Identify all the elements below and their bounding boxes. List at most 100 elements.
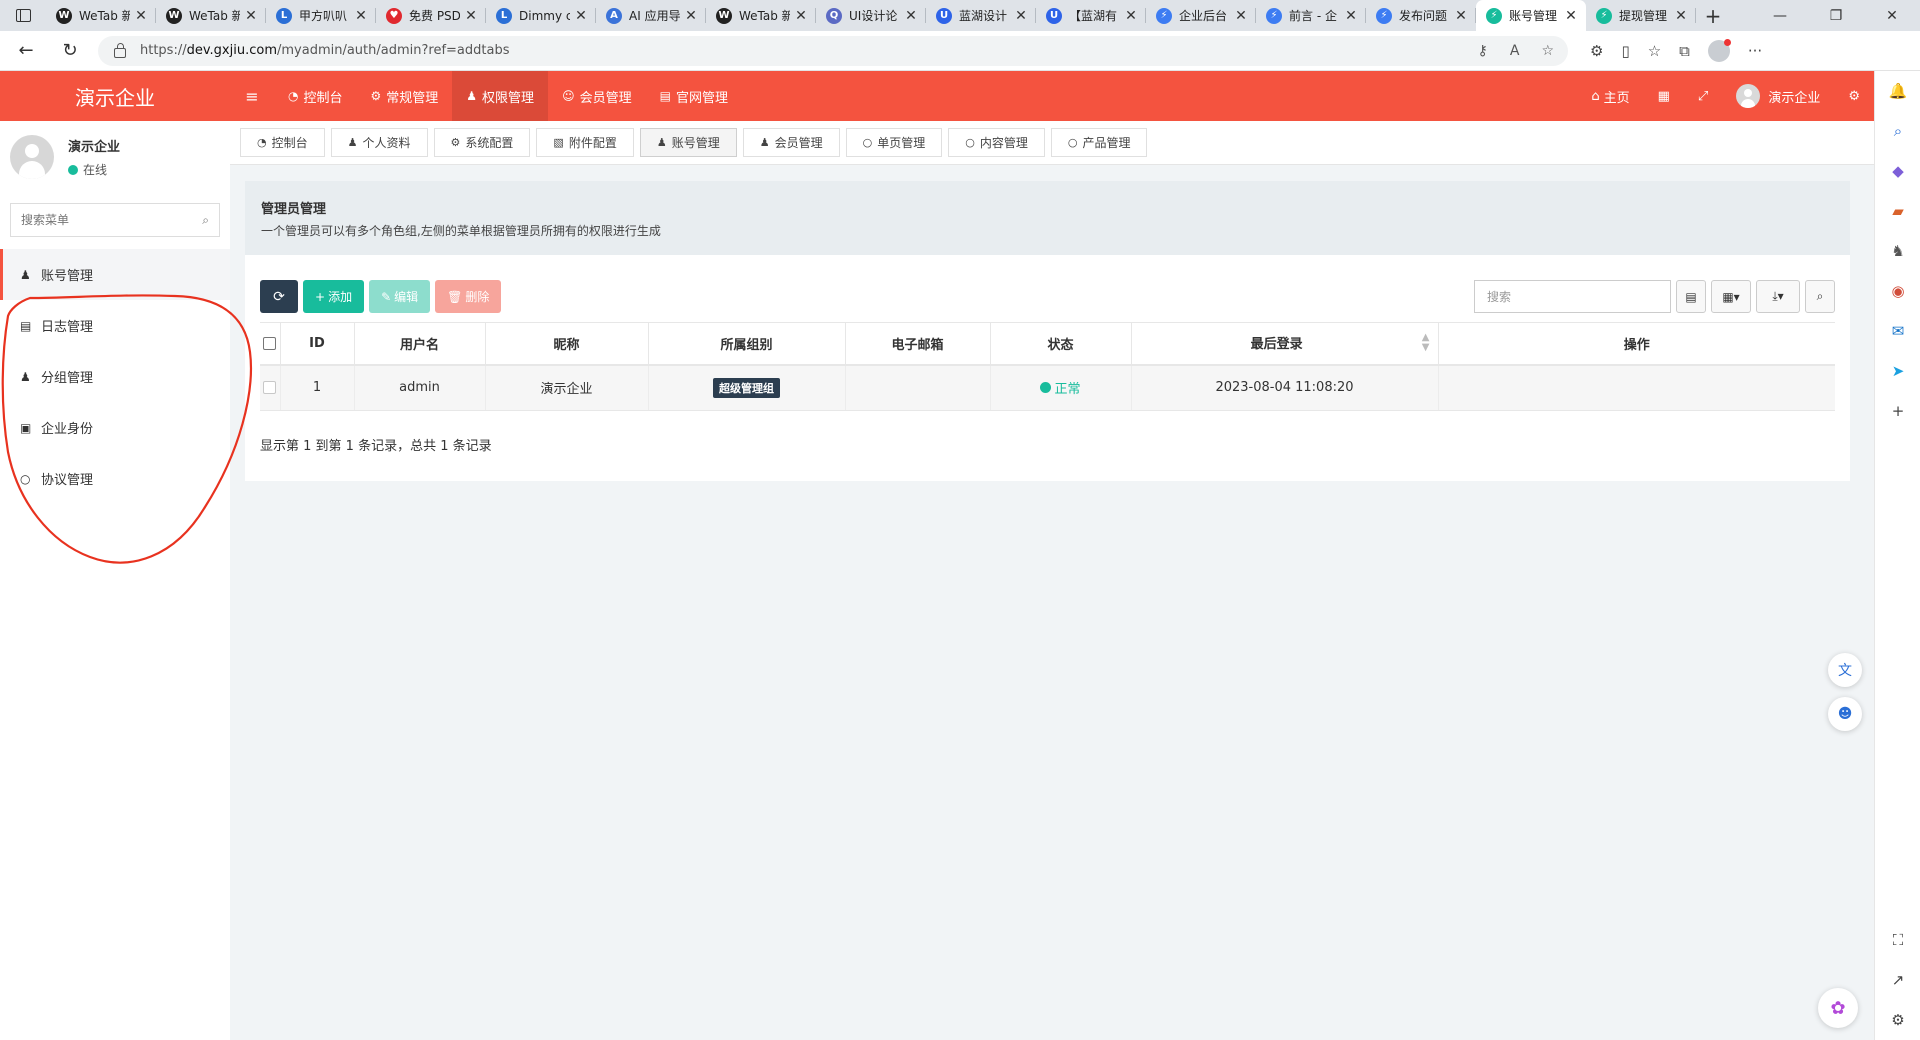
- browser-tab[interactable]: Q UI设计论 ✕: [816, 0, 926, 31]
- ai-brain-icon[interactable]: ✿: [1818, 988, 1858, 1028]
- browser-tab[interactable]: A AI 应用导 ✕: [596, 0, 706, 31]
- restore-icon[interactable]: ❐: [1808, 0, 1864, 31]
- export-button[interactable]: ⤓▾: [1756, 280, 1800, 313]
- favorite-star-icon[interactable]: ☆: [1541, 43, 1554, 59]
- open-external-icon[interactable]: ↗: [1875, 960, 1920, 1000]
- refresh-page-icon[interactable]: ↻: [52, 33, 88, 69]
- close-tab-icon[interactable]: ✕: [1674, 8, 1688, 24]
- refresh-button[interactable]: ⟳: [260, 280, 298, 313]
- sidebar-item[interactable]: ♟ 分组管理: [0, 351, 230, 402]
- close-tab-icon[interactable]: ✕: [354, 8, 368, 24]
- page-tab[interactable]: ○ 内容管理: [948, 128, 1045, 157]
- toggle-view-button[interactable]: ▤: [1676, 280, 1706, 313]
- outlook-icon[interactable]: ✉: [1875, 311, 1920, 351]
- row-checkbox[interactable]: [263, 381, 277, 395]
- edit-button[interactable]: ✎ 编辑: [369, 280, 431, 313]
- browser-tab[interactable]: W WeTab 新 ✕: [46, 0, 156, 31]
- assistant-bot-icon[interactable]: ☻: [1828, 697, 1862, 731]
- split-screen-icon[interactable]: ▯: [1621, 42, 1629, 60]
- close-tab-icon[interactable]: ✕: [1124, 8, 1138, 24]
- topnav-item[interactable]: ☺ 会员管理: [548, 71, 646, 121]
- add-button[interactable]: + 添加: [303, 280, 365, 313]
- browser-tab[interactable]: ♥ 免费 PSD ✕: [376, 0, 486, 31]
- close-tab-icon[interactable]: ✕: [1014, 8, 1028, 24]
- delete-button[interactable]: 🗑 删除: [435, 280, 502, 313]
- read-aloud-icon[interactable]: A: [1510, 43, 1520, 59]
- select-all-checkbox[interactable]: [263, 336, 277, 350]
- sidebar-item[interactable]: ♟ 账号管理: [0, 249, 230, 300]
- page-tab[interactable]: ▧ 附件配置: [536, 128, 634, 157]
- close-window-icon[interactable]: ✕: [1864, 0, 1920, 31]
- tab-actions-button[interactable]: [0, 0, 46, 31]
- browser-tab[interactable]: W WeTab 新 ✕: [156, 0, 266, 31]
- menu-toggle-icon[interactable]: ≡: [230, 87, 274, 106]
- browser-tab[interactable]: ⚡ 提现管理 ✕: [1586, 0, 1696, 31]
- topnav-item[interactable]: ▤ 官网管理: [646, 71, 742, 121]
- user-menu[interactable]: 演示企业: [1722, 84, 1834, 108]
- extensions-icon[interactable]: ⚙: [1590, 42, 1603, 60]
- add-icon[interactable]: +: [1875, 391, 1920, 431]
- settings-cogs-icon[interactable]: ⚙: [1834, 89, 1874, 104]
- close-tab-icon[interactable]: ✕: [1454, 8, 1468, 24]
- sort-icon[interactable]: ▲ ▼: [1422, 333, 1430, 353]
- toolbox-icon[interactable]: ▰: [1875, 191, 1920, 231]
- topnav-item[interactable]: ⚙ 常规管理: [357, 71, 453, 121]
- column-header-last-login[interactable]: 最后登录 ▲ ▼: [1131, 322, 1439, 366]
- close-tab-icon[interactable]: ✕: [1234, 8, 1248, 24]
- page-tab[interactable]: ○ 产品管理: [1050, 128, 1148, 157]
- browser-tab[interactable]: ⚡ 账号管理 ✕: [1476, 0, 1586, 31]
- tag-icon[interactable]: ◆: [1875, 151, 1920, 191]
- logo[interactable]: 演示企业: [0, 71, 230, 121]
- office-icon[interactable]: ◉: [1875, 271, 1920, 311]
- advanced-search-button[interactable]: ⌕: [1805, 280, 1835, 313]
- new-tab-button[interactable]: +: [1696, 4, 1730, 28]
- more-icon[interactable]: ···: [1748, 42, 1762, 60]
- browser-tab[interactable]: L 甲方叭叭 ✕: [266, 0, 376, 31]
- chess-icon[interactable]: ♞: [1875, 231, 1920, 271]
- home-link[interactable]: ⌂ 主页: [1577, 87, 1643, 106]
- table-row[interactable]: 1 admin 演示企业 超级管理组 正常 2023-08-04 11:08:2…: [260, 364, 1835, 411]
- page-tab[interactable]: ⚙ 系统配置: [433, 128, 531, 157]
- page-tab[interactable]: ♟ 会员管理: [742, 128, 840, 157]
- page-tab[interactable]: ◔ 控制台: [240, 128, 325, 157]
- browser-tab[interactable]: U 蓝湖设计 ✕: [926, 0, 1036, 31]
- search-icon[interactable]: ⌕: [1875, 111, 1920, 151]
- minimize-icon[interactable]: —: [1752, 0, 1808, 31]
- menu-search-input[interactable]: [21, 213, 203, 227]
- sidebar-item[interactable]: ○ 协议管理: [0, 453, 230, 504]
- close-tab-icon[interactable]: ✕: [904, 8, 918, 24]
- clear-cache-icon[interactable]: ▦: [1644, 89, 1684, 104]
- close-tab-icon[interactable]: ✕: [244, 8, 258, 24]
- column-header-nickname[interactable]: 昵称: [485, 322, 649, 366]
- url-field[interactable]: https://dev.gxjiu.com/myadmin/auth/admin…: [98, 35, 1568, 66]
- column-header-status[interactable]: 状态: [990, 322, 1132, 366]
- columns-button[interactable]: ▦▾: [1711, 280, 1751, 313]
- bell-icon[interactable]: 🔔: [1875, 71, 1920, 111]
- close-tab-icon[interactable]: ✕: [134, 8, 148, 24]
- settings-icon[interactable]: ⚙: [1875, 1000, 1920, 1040]
- page-tab[interactable]: ♟ 账号管理: [639, 128, 737, 157]
- column-header-group[interactable]: 所属组别: [648, 322, 846, 366]
- column-header-username[interactable]: 用户名: [354, 322, 486, 366]
- close-tab-icon[interactable]: ✕: [1564, 8, 1578, 24]
- close-tab-icon[interactable]: ✕: [794, 8, 808, 24]
- browser-tab[interactable]: W WeTab 新 ✕: [706, 0, 816, 31]
- browser-tab[interactable]: ⚡ 前言 - 企 ✕: [1256, 0, 1366, 31]
- fullscreen-icon[interactable]: ⤢: [1684, 89, 1722, 104]
- column-header-id[interactable]: ID: [280, 322, 355, 366]
- page-tab[interactable]: ♟ 个人资料: [330, 128, 428, 157]
- profile-avatar-icon[interactable]: [1707, 38, 1731, 62]
- favorites-icon[interactable]: ☆: [1648, 42, 1661, 60]
- close-tab-icon[interactable]: ✕: [684, 8, 698, 24]
- screenshot-icon[interactable]: ⛶: [1875, 920, 1920, 960]
- close-tab-icon[interactable]: ✕: [1344, 8, 1358, 24]
- key-icon[interactable]: ⚷: [1478, 43, 1488, 59]
- close-tab-icon[interactable]: ✕: [574, 8, 588, 24]
- browser-tab[interactable]: L Dimmy c ✕: [486, 0, 596, 31]
- search-icon[interactable]: ⌕: [202, 213, 209, 228]
- page-tab[interactable]: ○ 单页管理: [845, 128, 943, 157]
- table-search-input[interactable]: 搜索: [1474, 280, 1671, 313]
- collections-icon[interactable]: ⧉: [1679, 42, 1690, 60]
- topnav-item[interactable]: ♟ 权限管理: [452, 71, 549, 121]
- browser-tab[interactable]: ⚡ 发布问题 ✕: [1366, 0, 1476, 31]
